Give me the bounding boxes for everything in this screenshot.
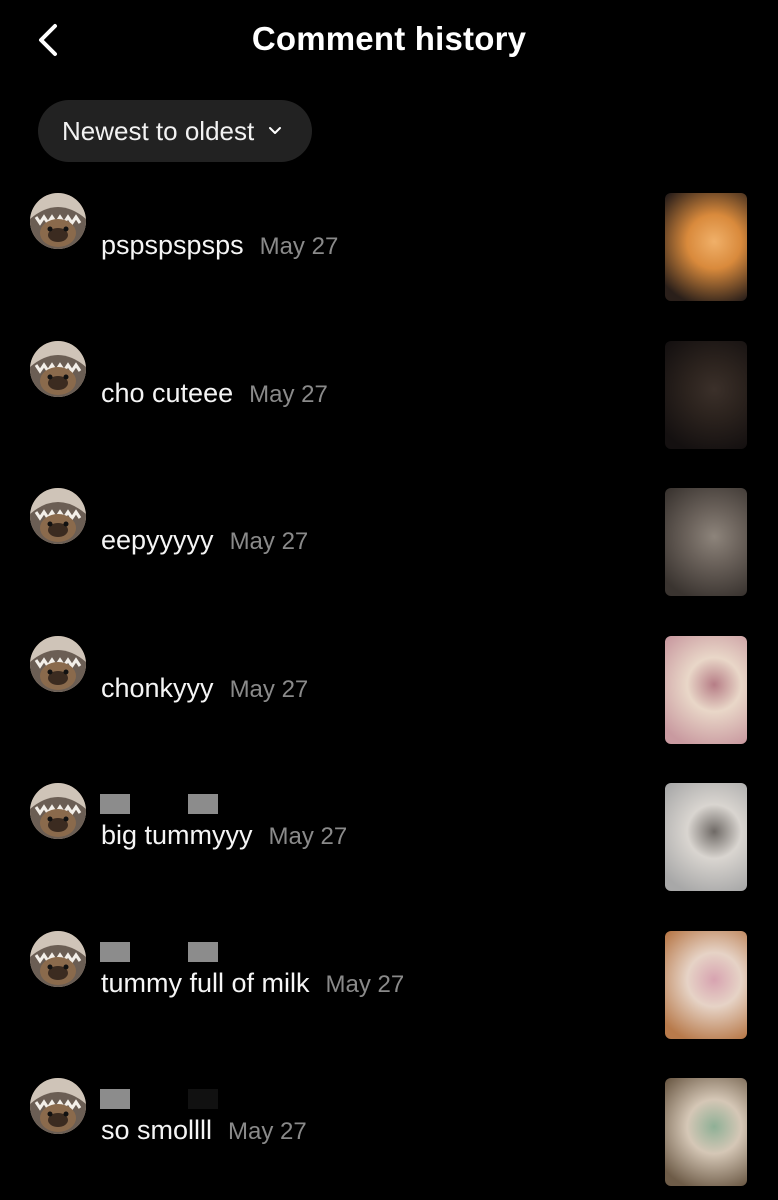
avatar[interactable] [30, 1078, 86, 1134]
comment-date: May 27 [259, 233, 339, 260]
avatar[interactable] [30, 488, 86, 544]
comment-text: pspspspsps [101, 230, 244, 260]
comment-line: pspspspsps May 27 [101, 230, 338, 261]
sort-dropdown[interactable]: Newest to oldest [38, 100, 313, 162]
redacted-username [100, 941, 218, 962]
comment-line: chonkyyy May 27 [101, 673, 308, 704]
avatar[interactable] [30, 635, 86, 692]
comment-list: pspspspsps May 27 cho cuteee May 27 eepyyy… [0, 190, 778, 1200]
video-thumbnail[interactable] [665, 635, 747, 744]
chevron-down-icon [269, 127, 282, 134]
comment-line: so smollll May 27 [101, 1115, 307, 1146]
avatar[interactable] [30, 930, 86, 987]
avatar[interactable] [30, 193, 86, 249]
comment-line: tummy full of milk May 27 [101, 968, 404, 999]
comment-row[interactable]: tummy full of milk May 27 [0, 928, 778, 1076]
redacted-username [100, 794, 218, 814]
comment-line: eepyyyyy May 27 [101, 525, 308, 556]
comment-row[interactable]: big tummyyy May 27 [0, 780, 778, 928]
comment-date: May 27 [229, 528, 309, 555]
comment-date: May 27 [228, 1118, 307, 1145]
avatar[interactable] [30, 783, 86, 839]
comment-date: May 27 [229, 675, 309, 703]
comment-text: so smollll [101, 1115, 213, 1145]
video-thumbnail[interactable] [665, 1078, 747, 1186]
comment-row[interactable]: eepyyyyy May 27 [0, 485, 778, 633]
sort-label: Newest to oldest [62, 115, 255, 146]
video-thumbnail[interactable] [665, 340, 747, 449]
redacted-username [100, 1089, 218, 1109]
comment-text: chonkyyy [101, 672, 214, 703]
comment-date: May 27 [325, 970, 405, 998]
comment-text: tummy full of milk [101, 967, 310, 998]
comment-date: May 27 [268, 823, 348, 850]
comment-row[interactable]: cho cuteee May 27 [0, 338, 778, 486]
comment-line: cho cuteee May 27 [101, 378, 328, 409]
comment-line: big tummyyy May 27 [101, 820, 347, 851]
avatar[interactable] [30, 340, 86, 397]
comment-row[interactable]: chonkyyy May 27 [0, 633, 778, 781]
comment-row[interactable]: so smollll May 27 [0, 1075, 778, 1200]
page-title: Comment history [251, 20, 527, 57]
comment-text: cho cuteee [101, 377, 234, 408]
comment-date: May 27 [249, 380, 328, 408]
video-thumbnail[interactable] [665, 783, 747, 891]
video-thumbnail[interactable] [665, 930, 747, 1039]
video-thumbnail[interactable] [665, 488, 747, 596]
video-thumbnail[interactable] [665, 193, 747, 301]
comment-text: big tummyyy [101, 820, 253, 850]
comment-row[interactable]: pspspspsps May 27 [0, 190, 778, 338]
comment-text: eepyyyyy [101, 525, 214, 555]
header-bar: Comment history [0, 0, 778, 80]
